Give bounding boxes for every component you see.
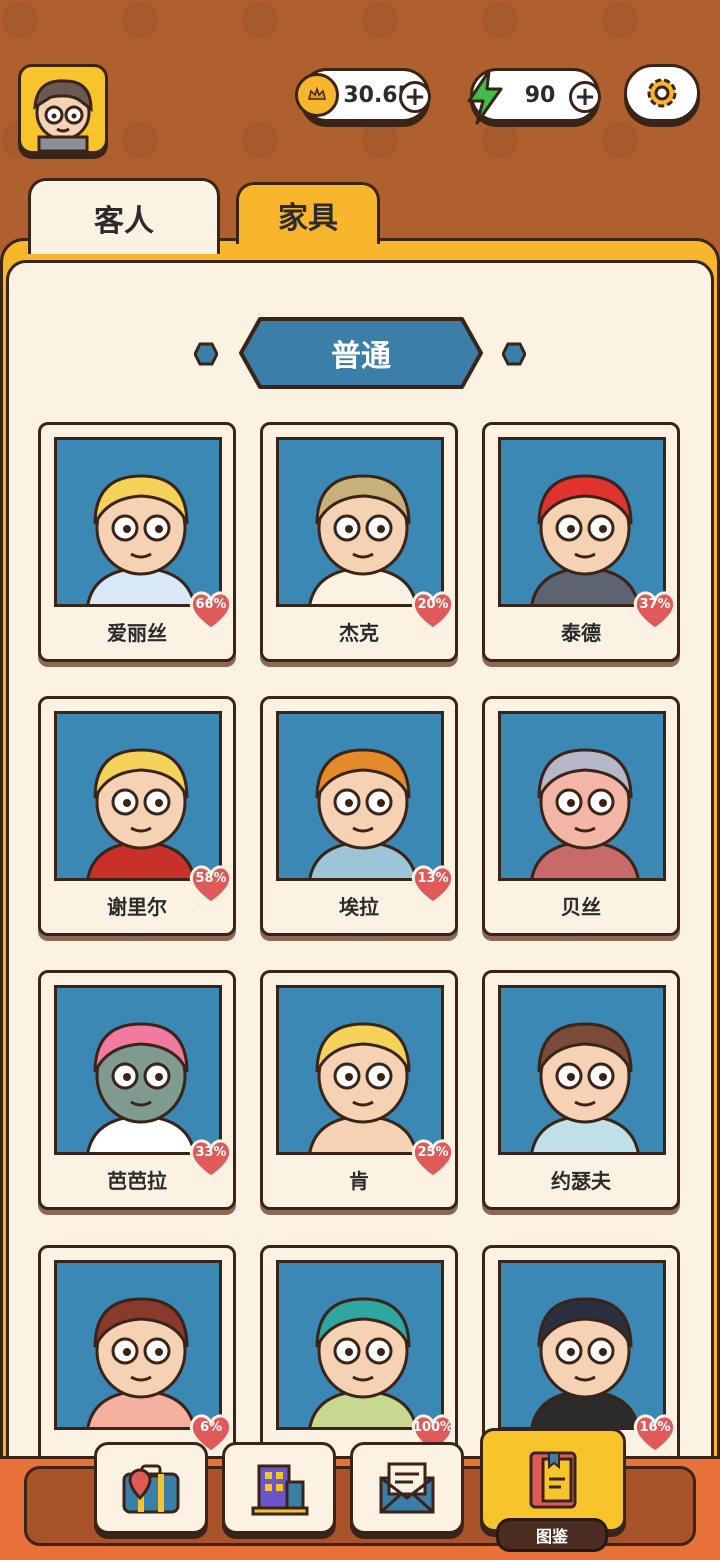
book-icon: [529, 1451, 577, 1509]
affinity-percent: 25%: [417, 1145, 449, 1160]
character-name: 芭芭拉: [107, 1169, 167, 1193]
character-portrait: [276, 1260, 444, 1430]
affinity-percent: 20%: [417, 597, 449, 612]
character-card[interactable]: 13% 埃拉: [260, 696, 458, 936]
affinity-percent: 13%: [417, 871, 449, 886]
character-portrait: [498, 1260, 666, 1430]
character-portrait: [276, 437, 444, 607]
character-card[interactable]: 58% 谢里尔: [38, 696, 236, 936]
character-portrait: [54, 437, 222, 607]
character-portrait: [498, 985, 666, 1155]
affinity-percent: 58%: [195, 871, 227, 886]
tab-furniture[interactable]: 家具: [236, 182, 380, 244]
affinity-percent: 6%: [199, 1420, 223, 1435]
nav-travel-button[interactable]: [94, 1442, 208, 1534]
coin-counter: 30.6K +: [295, 68, 431, 122]
nav-building-button[interactable]: [222, 1442, 336, 1534]
lightning-icon: [467, 69, 503, 125]
affinity-percent: 66%: [195, 597, 227, 612]
tab-guests[interactable]: 客人: [28, 178, 220, 254]
character-card[interactable]: 33% 芭芭拉: [38, 970, 236, 1210]
gear-icon: [647, 78, 677, 108]
character-name: 谢里尔: [107, 895, 167, 919]
affinity-heart-icon: 16%: [631, 1412, 679, 1454]
building-icon: [251, 1464, 309, 1516]
character-portrait: [498, 437, 666, 607]
character-portrait: [54, 1260, 222, 1430]
add-energy-button[interactable]: +: [569, 81, 601, 113]
affinity-percent: 33%: [195, 1145, 227, 1160]
character-name: 贝丝: [561, 895, 601, 919]
energy-amount: 90: [524, 82, 556, 108]
section-title-banner: 普通: [238, 316, 484, 390]
affinity-percent: 37%: [639, 597, 671, 612]
character-name: 杰克: [339, 621, 379, 645]
nav-collection-label: 图鉴: [496, 1518, 608, 1552]
character-portrait: [276, 985, 444, 1155]
nav-collection-button[interactable]: [480, 1428, 626, 1532]
character-name: 约瑟夫: [551, 1169, 611, 1193]
section-deco-left: [194, 342, 218, 366]
character-card[interactable]: 25% 肯: [260, 970, 458, 1210]
add-coins-button[interactable]: +: [399, 81, 431, 113]
character-card[interactable]: 37% 泰德: [482, 422, 680, 662]
coin-icon: [295, 73, 339, 117]
affinity-percent: 16%: [639, 1420, 671, 1435]
affinity-percent: 100%: [412, 1420, 454, 1435]
suitcase-icon: [122, 1464, 180, 1514]
character-portrait: [54, 985, 222, 1155]
character-card[interactable]: 20% 杰克: [260, 422, 458, 662]
character-name: 爱丽丝: [107, 621, 167, 645]
character-card[interactable]: 66% 爱丽丝: [38, 422, 236, 662]
character-name: 肯: [349, 1169, 369, 1193]
section-title: 普通: [331, 339, 391, 374]
section-deco-right: [502, 342, 526, 366]
character-card[interactable]: 约瑟夫: [482, 970, 680, 1210]
character-portrait: [54, 711, 222, 881]
character-card[interactable]: 贝丝: [482, 696, 680, 936]
nav-mail-button[interactable]: [350, 1442, 464, 1534]
mail-icon: [379, 1462, 435, 1514]
character-name: 泰德: [561, 621, 601, 645]
character-portrait: [498, 711, 666, 881]
settings-button[interactable]: [624, 64, 700, 122]
energy-counter: 90 +: [467, 68, 601, 125]
character-portrait: [276, 711, 444, 881]
player-avatar[interactable]: [18, 64, 108, 154]
character-name: 埃拉: [339, 895, 379, 919]
